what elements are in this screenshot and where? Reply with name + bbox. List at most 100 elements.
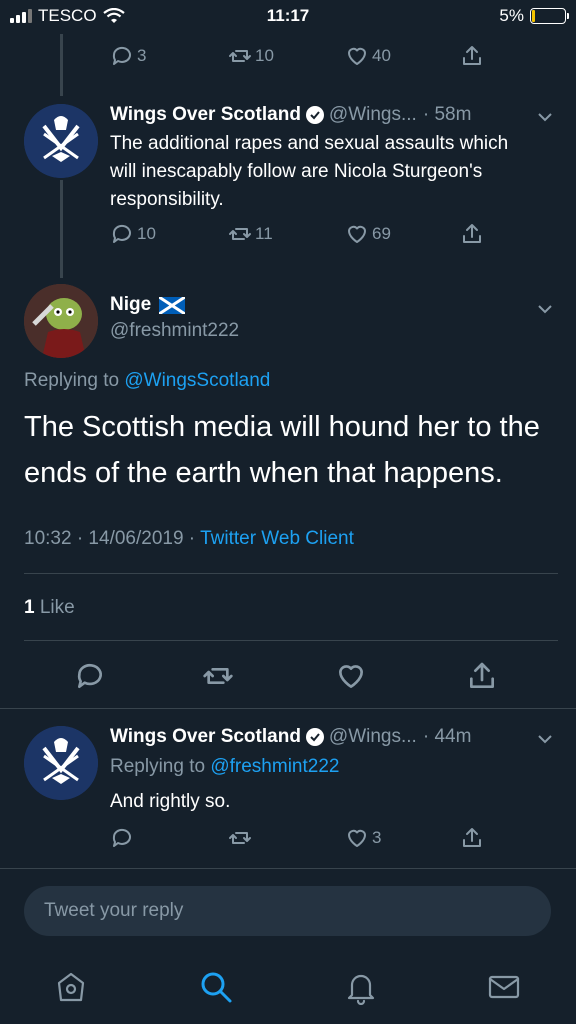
prev-share-button[interactable] bbox=[460, 44, 484, 68]
tweet-meta: 10:32 · 14/06/2019 · Twitter Web Client bbox=[24, 528, 354, 550]
divider bbox=[0, 868, 576, 869]
display-name[interactable]: Wings Over Scotland bbox=[110, 104, 301, 126]
tweet-menu-button[interactable] bbox=[536, 300, 554, 318]
heart-icon bbox=[339, 665, 363, 688]
retweet-button[interactable]: 11 bbox=[228, 222, 273, 246]
heart-icon bbox=[348, 47, 366, 65]
handle[interactable]: @Wings... bbox=[329, 104, 417, 126]
like-label: Like bbox=[39, 597, 75, 618]
tab-bar bbox=[0, 955, 576, 1024]
like-button[interactable]: 3 bbox=[345, 826, 381, 850]
replying-to-link[interactable]: @WingsScotland bbox=[124, 370, 270, 391]
reply-count: 10 bbox=[137, 224, 156, 243]
wings-logo-icon bbox=[24, 104, 98, 178]
like-count: 3 bbox=[372, 828, 382, 847]
heart-icon bbox=[348, 829, 366, 847]
verified-icon bbox=[305, 106, 324, 124]
prev-reply-button[interactable]: 3 bbox=[110, 44, 146, 68]
tweet-wings-2[interactable]: Wings Over Scotland @Wings... · 44m Repl… bbox=[0, 712, 576, 862]
retweet-icon bbox=[229, 228, 251, 240]
chevron-down-icon bbox=[538, 305, 552, 314]
heart-icon bbox=[348, 225, 366, 243]
retweet-icon bbox=[229, 50, 251, 62]
retweet-count: 11 bbox=[255, 224, 273, 243]
tweet-text: And rightly so. bbox=[110, 791, 231, 812]
prev-like-button[interactable]: 40 bbox=[345, 44, 391, 68]
share-icon bbox=[463, 46, 481, 65]
status-bar: TESCO 11:17 5% bbox=[0, 0, 576, 34]
reply-icon bbox=[112, 46, 131, 65]
share-icon bbox=[463, 224, 481, 243]
divider bbox=[0, 708, 576, 709]
reply-button[interactable] bbox=[110, 826, 134, 850]
reply-button[interactable]: 10 bbox=[110, 222, 156, 246]
tweet-time: · 44m bbox=[422, 726, 472, 747]
thread-line-top bbox=[60, 34, 63, 96]
retweet-count: 10 bbox=[255, 46, 274, 65]
like-count: 40 bbox=[372, 46, 391, 65]
avatar[interactable] bbox=[24, 726, 98, 800]
status-right: 5% bbox=[499, 6, 569, 26]
retweet-button[interactable] bbox=[228, 826, 252, 850]
battery-fill bbox=[532, 10, 535, 22]
retweet-icon bbox=[203, 668, 233, 684]
wings-logo-icon bbox=[24, 726, 98, 800]
main-tweet-text: The Scottish media will hound her to the… bbox=[24, 411, 540, 489]
replying-to-link[interactable]: @freshmint222 bbox=[210, 756, 339, 777]
tweet-menu-button[interactable] bbox=[536, 108, 554, 126]
like-count: 1 bbox=[24, 597, 35, 618]
prev-retweet-button[interactable]: 10 bbox=[228, 44, 274, 68]
replying-prefix: Replying to bbox=[110, 756, 206, 777]
scotland-flag-icon bbox=[159, 296, 186, 314]
tab-search[interactable] bbox=[198, 969, 234, 1005]
home-icon bbox=[57, 972, 85, 1002]
main-like-button[interactable] bbox=[335, 660, 367, 692]
tweet-timestamp: 10:32 · 14/06/2019 · bbox=[24, 528, 196, 549]
share-button[interactable] bbox=[460, 222, 484, 246]
tweet-reply-input[interactable]: Tweet your reply bbox=[24, 886, 551, 936]
tweet-time: · 58m bbox=[422, 104, 472, 125]
tweet-header: Nige bbox=[110, 294, 186, 316]
display-name[interactable]: Nige bbox=[110, 294, 151, 316]
bell-icon bbox=[347, 974, 375, 1006]
avatar[interactable] bbox=[24, 104, 98, 178]
tab-notifications[interactable] bbox=[343, 969, 379, 1006]
main-tweet: Nige @freshmint222 Replying to @WingsSco… bbox=[0, 280, 576, 700]
main-share-button[interactable] bbox=[466, 660, 498, 692]
replying-to: Replying to @WingsScotland bbox=[24, 370, 270, 392]
main-reply-button[interactable] bbox=[74, 660, 106, 692]
divider bbox=[24, 573, 558, 574]
search-icon bbox=[201, 972, 232, 1003]
handle[interactable]: @Wings... bbox=[329, 726, 417, 748]
nige-avatar-icon bbox=[24, 284, 98, 358]
replying-to: Replying to @freshmint222 bbox=[110, 756, 339, 778]
main-retweet-button[interactable] bbox=[202, 660, 234, 692]
share-icon bbox=[463, 828, 481, 847]
chevron-down-icon bbox=[538, 735, 552, 744]
tweet-wings-1[interactable]: Wings Over Scotland @Wings... · 58m The … bbox=[0, 96, 576, 276]
verified-icon bbox=[305, 728, 324, 746]
retweet-icon bbox=[229, 832, 251, 844]
share-icon bbox=[470, 662, 494, 688]
like-button[interactable]: 69 bbox=[345, 222, 391, 246]
tweet-header: Wings Over Scotland @Wings... · 44m bbox=[110, 726, 471, 748]
reply-count: 3 bbox=[137, 46, 147, 65]
divider bbox=[24, 640, 558, 641]
display-name[interactable]: Wings Over Scotland bbox=[110, 726, 301, 748]
tab-home[interactable] bbox=[53, 969, 89, 1005]
battery-percent: 5% bbox=[499, 6, 524, 25]
tweet-client-link[interactable]: Twitter Web Client bbox=[200, 528, 354, 549]
battery-icon bbox=[530, 8, 569, 24]
avatar[interactable] bbox=[24, 284, 98, 358]
tweet-header: Wings Over Scotland @Wings... · 58m bbox=[110, 104, 471, 126]
replying-prefix: Replying to bbox=[24, 370, 120, 391]
handle[interactable]: @freshmint222 bbox=[110, 320, 239, 342]
likes-summary[interactable]: 1 Like bbox=[24, 597, 75, 619]
chevron-down-icon bbox=[538, 113, 552, 122]
reply-icon bbox=[112, 224, 131, 243]
share-button[interactable] bbox=[460, 826, 484, 850]
tweet-menu-button[interactable] bbox=[536, 730, 554, 748]
tab-messages[interactable] bbox=[486, 969, 522, 1005]
reply-icon bbox=[112, 828, 131, 847]
mail-icon bbox=[488, 975, 520, 999]
